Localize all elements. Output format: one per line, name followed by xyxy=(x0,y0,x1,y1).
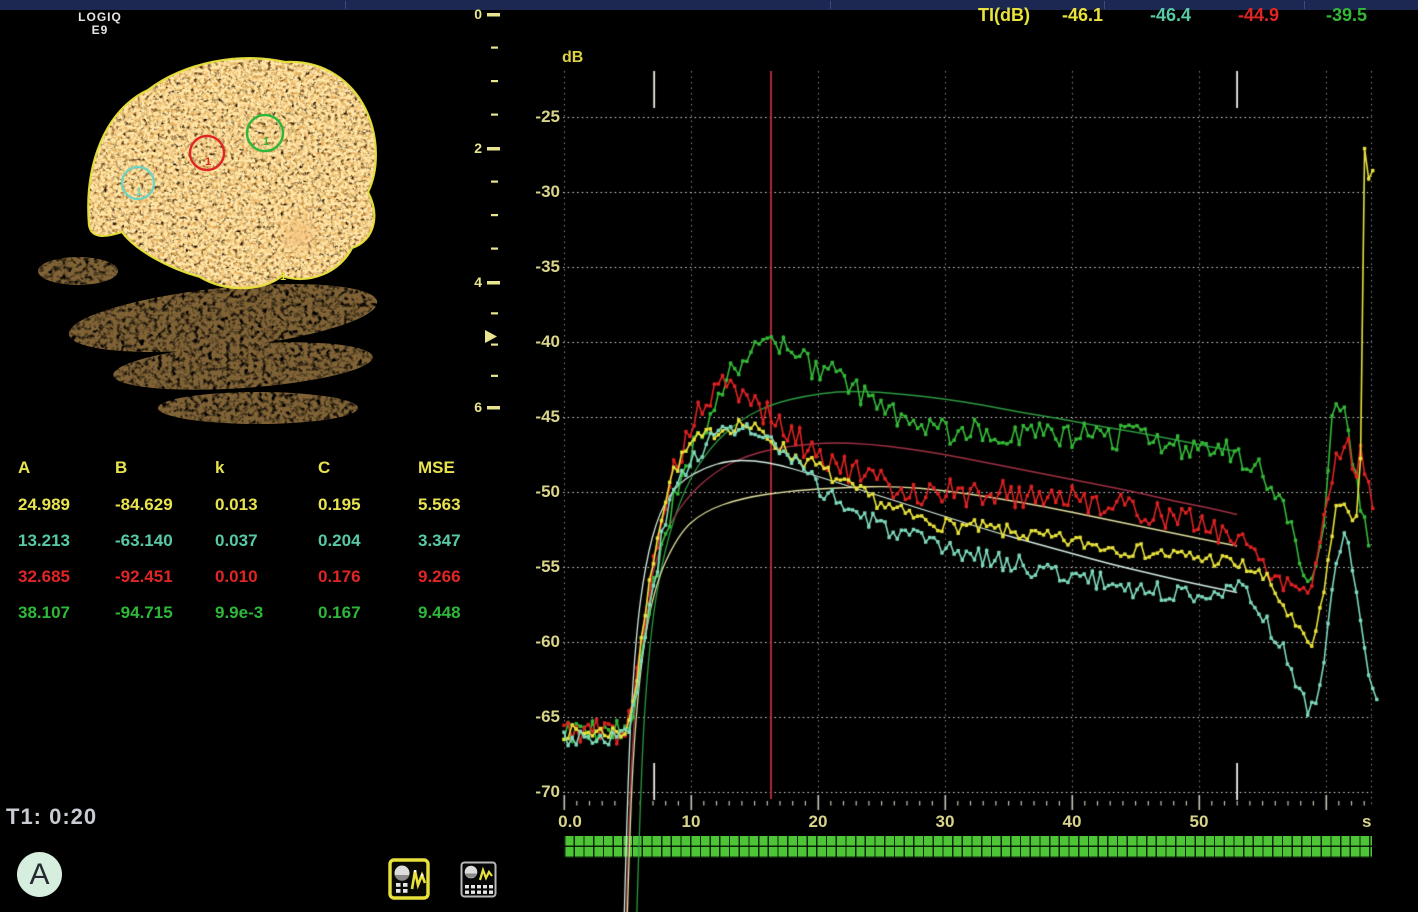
tic-table-button[interactable] xyxy=(460,861,497,903)
table-cell: 32.685 xyxy=(18,567,70,587)
table-cell: 0.167 xyxy=(318,603,361,623)
tic-graph-button[interactable] xyxy=(388,858,430,905)
y-tick-label: -50 xyxy=(514,482,560,502)
table-cell: -84.629 xyxy=(115,495,173,515)
table-cell: 9.266 xyxy=(418,567,461,587)
table-header: A xyxy=(18,458,30,478)
acquisition-timer: T1: 0:20 xyxy=(6,804,97,830)
table-cell: -63.140 xyxy=(115,531,173,551)
y-tick-label: -40 xyxy=(514,332,560,352)
x-tick-label: 10 xyxy=(663,812,719,832)
table-cell: 0.176 xyxy=(318,567,361,587)
y-axis-title: dB xyxy=(562,49,583,67)
trackball-icon xyxy=(395,866,410,881)
x-tick-label: 0.0 xyxy=(542,812,598,832)
table-cell: 3.347 xyxy=(418,531,461,551)
table-cell: 0.013 xyxy=(215,495,258,515)
table-cell: -92.451 xyxy=(115,567,173,587)
table-cell: 0.037 xyxy=(215,531,258,551)
x-tick-label: 20 xyxy=(790,812,846,832)
ultrasound-screen: LOGIQ E9 xyxy=(0,0,1418,912)
table-cell: 5.563 xyxy=(418,495,461,515)
table-header: C xyxy=(318,458,330,478)
table-cell: 9.9e-3 xyxy=(215,603,263,623)
table-cell: 0.204 xyxy=(318,531,361,551)
table-cell: 24.989 xyxy=(18,495,70,515)
y-tick-label: -60 xyxy=(514,632,560,652)
table-header: B xyxy=(115,458,127,478)
x-tick-label: 50 xyxy=(1171,812,1227,832)
table-cell: 9.448 xyxy=(418,603,461,623)
table-header: k xyxy=(215,458,224,478)
y-tick-label: -35 xyxy=(514,257,560,277)
x-tick-label: 40 xyxy=(1044,812,1100,832)
table-cell: 13.213 xyxy=(18,531,70,551)
y-tick-label: -55 xyxy=(514,557,560,577)
y-tick-label: -30 xyxy=(514,182,560,202)
figure-label-badge: A xyxy=(17,852,62,897)
x-tick-label: 30 xyxy=(917,812,973,832)
x-axis-title: s xyxy=(1362,812,1371,832)
y-tick-label: -45 xyxy=(514,407,560,427)
tic-chart[interactable] xyxy=(0,0,1418,912)
y-tick-label: -25 xyxy=(514,107,560,127)
y-tick-label: -65 xyxy=(514,707,560,727)
table-cell: 38.107 xyxy=(18,603,70,623)
table-cell: -94.715 xyxy=(115,603,173,623)
table-header: MSE xyxy=(418,458,455,478)
y-tick-label: -70 xyxy=(514,782,560,802)
table-cell: 0.010 xyxy=(215,567,258,587)
table-cell: 0.195 xyxy=(318,495,361,515)
trackball-icon xyxy=(465,866,478,879)
